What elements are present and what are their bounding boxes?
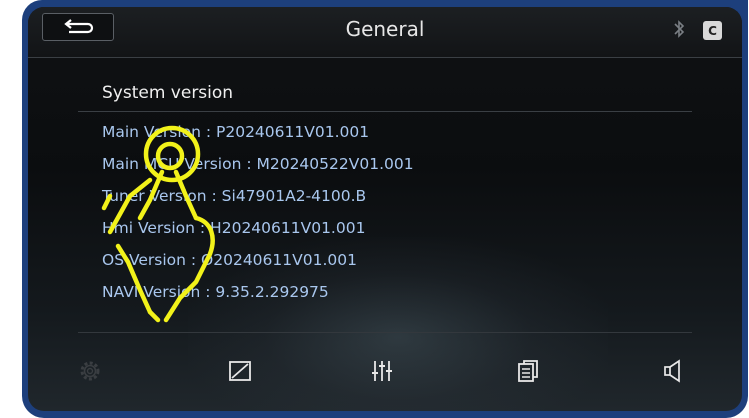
c-badge-icon: C <box>703 21 722 40</box>
bottom-bar <box>28 345 742 401</box>
display-icon <box>229 361 251 381</box>
version-item-os: OS Version : O20240611V01.001 <box>102 251 357 269</box>
sound-settings-button[interactable] <box>362 351 402 391</box>
c-badge-text: C <box>708 23 717 38</box>
version-item-tuner: Tuner Version : Si47901A2-4100.B <box>102 187 367 205</box>
screen: General C System version Main Version : … <box>28 7 742 411</box>
version-item-main: Main Version : P20240611V01.001 <box>102 123 370 141</box>
bottom-divider <box>78 332 692 333</box>
section-title: System version <box>102 83 234 103</box>
equalizer-icon <box>372 361 392 381</box>
top-bar: General C <box>28 7 742 58</box>
page-title: General <box>345 17 425 41</box>
version-item-main-mcu: Main MCU Version : M20240522V01.001 <box>102 155 414 173</box>
version-item-hmi: Hmi Version : H20240611V01.001 <box>102 219 366 237</box>
version-item-navi: NAVI Version : 9.35.2.292975 <box>102 283 329 301</box>
speaker-icon <box>664 359 680 383</box>
bluetooth-icon <box>674 20 685 38</box>
settings-button[interactable] <box>70 351 110 391</box>
display-button[interactable] <box>220 351 260 391</box>
device-frame: General C System version Main Version : … <box>22 0 748 418</box>
volume-button[interactable] <box>654 351 694 391</box>
gear-icon <box>80 361 100 381</box>
content-area: System version Main Version : P20240611V… <box>28 57 742 329</box>
section-header: System version <box>78 77 692 112</box>
pages-icon <box>518 360 538 382</box>
pages-button[interactable] <box>508 351 548 391</box>
version-list: Main Version : P20240611V01.001 Main MCU… <box>102 123 414 315</box>
